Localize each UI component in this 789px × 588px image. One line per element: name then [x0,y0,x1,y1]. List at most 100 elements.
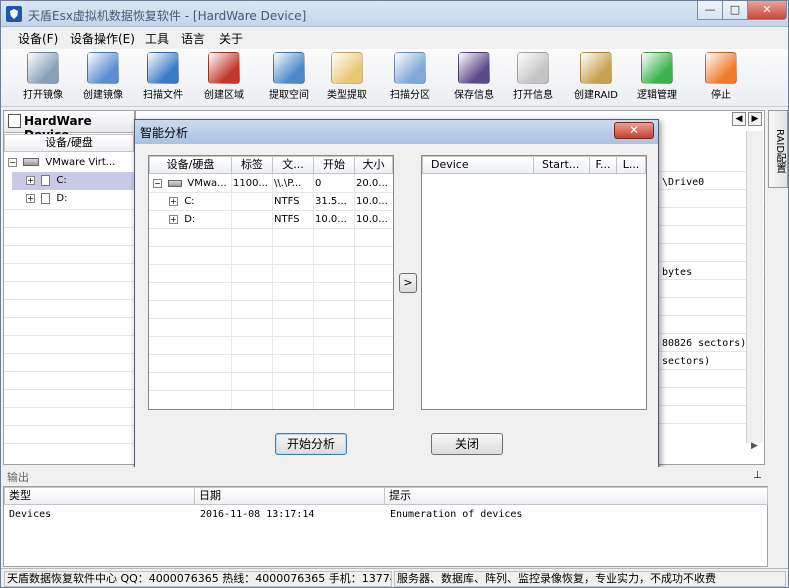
maximize-button[interactable]: □ [722,1,748,20]
minimize-button[interactable]: — [697,1,723,20]
vertical-scrollbar[interactable] [746,131,763,443]
toolbar-button-9[interactable]: 打开信息 [503,52,563,101]
drive-open-icon [517,52,549,84]
toolbar-button-6[interactable]: 类型提取 [317,52,377,101]
magnifier-icon [147,52,179,84]
tree-row-vmware[interactable]: − VMware Virt... [8,154,132,172]
detail-bytes-text: bytes [662,267,693,278]
detail-drive-text: \Drive0 [662,177,705,188]
menu-language[interactable]: 语言 [181,30,205,47]
tree-label: D: [56,193,68,204]
scroll-down-icon[interactable]: ▶ [746,441,763,455]
expand-icon[interactable]: + [26,175,35,185]
scroll-left-icon[interactable]: ◀ [732,112,746,126]
partition-icon [41,174,51,186]
menu-tools[interactable]: 工具 [145,30,169,47]
scroll-right-icon[interactable]: ▶ [748,112,762,126]
output-row-hint: Enumeration of devices [390,509,523,520]
toolbar-button-5[interactable]: 提取空间 [259,52,319,101]
output-row-date: 2016-11-08 13:17:14 [200,509,315,520]
toolbar-button-10[interactable]: 创建RAID [566,52,626,101]
transfer-button[interactable]: > [399,273,417,293]
row-device: VMwa... [187,178,227,189]
col-device[interactable]: 设备/硬盘 [149,156,232,174]
row-size: 10.0... [356,196,388,207]
output-row-type: Devices [9,509,52,520]
toolbar-button-12[interactable]: 停止 [691,52,751,101]
dialog-close-button[interactable]: ✕ [614,122,654,139]
device-icon [8,114,21,128]
status-bar: 天盾数据恢复软件中心 QQ：4000076365 热线：4000076365 手… [1,568,788,587]
menu-device[interactable]: 设备(F) [18,30,58,47]
smart-analysis-dialog: 智能分析 ✕ 设备/硬盘 标签 文... 开始 大小 − VMwa... 110… [134,119,659,471]
file-stack-icon [394,52,426,84]
flag-drive-icon [208,52,240,84]
dialog-row-c[interactable]: + C: [169,193,231,211]
row-label: 1100... [233,178,268,189]
hard-disk-icon [23,158,40,166]
col-label[interactable]: 标签 [231,156,273,174]
dialog-title: 智能分析 [140,126,189,140]
col-filesystem[interactable]: 文... [272,156,314,174]
expand-icon[interactable]: + [169,196,178,206]
dialog-row-vmware[interactable]: − VMwa... [153,175,231,193]
toolbar-button-8[interactable]: 保存信息 [444,52,504,101]
toolbar-button-7[interactable]: 扫描分区 [380,52,440,101]
collapse-icon[interactable]: − [153,178,162,188]
tree-row-c[interactable]: + C: [12,172,134,190]
toolbar-button-1[interactable]: 打开镜像 [13,52,73,101]
row-size: 20.0... [356,178,388,189]
toolbar-button-3[interactable]: 扫描文件 [133,52,193,101]
tree-label: C: [56,175,67,186]
column-header-device[interactable]: 设备/硬盘 [4,134,134,152]
title-bar: 天盾Esx虚拟机数据恢复软件 - [HardWare Device] — □ ✕ [1,1,788,27]
pin-icon[interactable]: ⊥ [753,470,762,481]
dialog-close-btn[interactable]: 关闭 [431,433,503,455]
row-start: 0 [315,178,322,189]
status-slogan: 服务器、数据库、阵列、监控录像恢复，专业实力，不成功不收费 [394,571,786,587]
window-title: 天盾Esx虚拟机数据恢复软件 - [HardWare Device] [28,9,307,23]
col-hint[interactable]: 提示 [384,487,768,505]
app-shield-icon [6,6,22,22]
output-panel: 输出 ⊥ 类型 日期 提示 Devices 2016-11-08 13:17:1… [3,467,768,567]
collapse-icon[interactable]: − [8,157,17,167]
start-analysis-button[interactable]: 开始分析 [275,433,347,455]
row-fs: NTFS [274,196,300,207]
menu-device-operations[interactable]: 设备操作(E) [70,30,135,47]
toolbar-button-4[interactable]: 创建区域 [194,52,254,101]
toolbar-button-11[interactable]: 逻辑管理 [627,52,687,101]
output-title: 输出 [7,471,29,484]
expand-icon[interactable]: + [26,193,35,203]
dialog-row-d[interactable]: + D: [169,211,231,229]
status-contact: 天盾数据恢复软件中心 QQ：4000076365 热线：4000076365 手… [4,571,392,587]
output-list: 类型 日期 提示 Devices 2016-11-08 13:17:14 Enu… [3,486,768,567]
close-button[interactable]: ✕ [747,1,787,20]
col-size[interactable]: 大小 [354,156,393,174]
col-result-f[interactable]: F... [589,156,617,174]
col-start[interactable]: 开始 [313,156,355,174]
col-date[interactable]: 日期 [194,487,385,505]
raid-config-tab[interactable]: RAID配置 [768,110,788,188]
toolbar-label: 保存信息 [454,90,494,101]
tree-row-d[interactable]: + D: [12,190,134,208]
toolbar-label: 逻辑管理 [637,90,677,101]
col-result-device[interactable]: Device [422,156,534,174]
app-window: 天盾Esx虚拟机数据恢复软件 - [HardWare Device] — □ ✕… [0,0,789,588]
raid-drives-icon [580,52,612,84]
menu-about[interactable]: 关于 [219,30,243,47]
floppy-icon [458,52,490,84]
toolbar-label: 打开镜像 [23,90,63,101]
col-result-l[interactable]: L... [616,156,646,174]
disk-arrow-icon [273,52,305,84]
expand-icon[interactable]: + [169,214,178,224]
row-fs: \\.\P... [274,178,302,189]
notepad-pencil-icon [331,52,363,84]
toolbar-button-2[interactable]: 创建镜像 [73,52,133,101]
col-type[interactable]: 类型 [4,487,195,505]
toolbar-label: 创建RAID [573,90,619,101]
hard-disk-icon [168,179,183,187]
row-fs: NTFS [274,214,300,225]
col-result-start[interactable]: Start... [533,156,590,174]
detail-sectors-text-2: sectors) [662,356,711,367]
panel-header: HardWare Device [4,111,134,142]
